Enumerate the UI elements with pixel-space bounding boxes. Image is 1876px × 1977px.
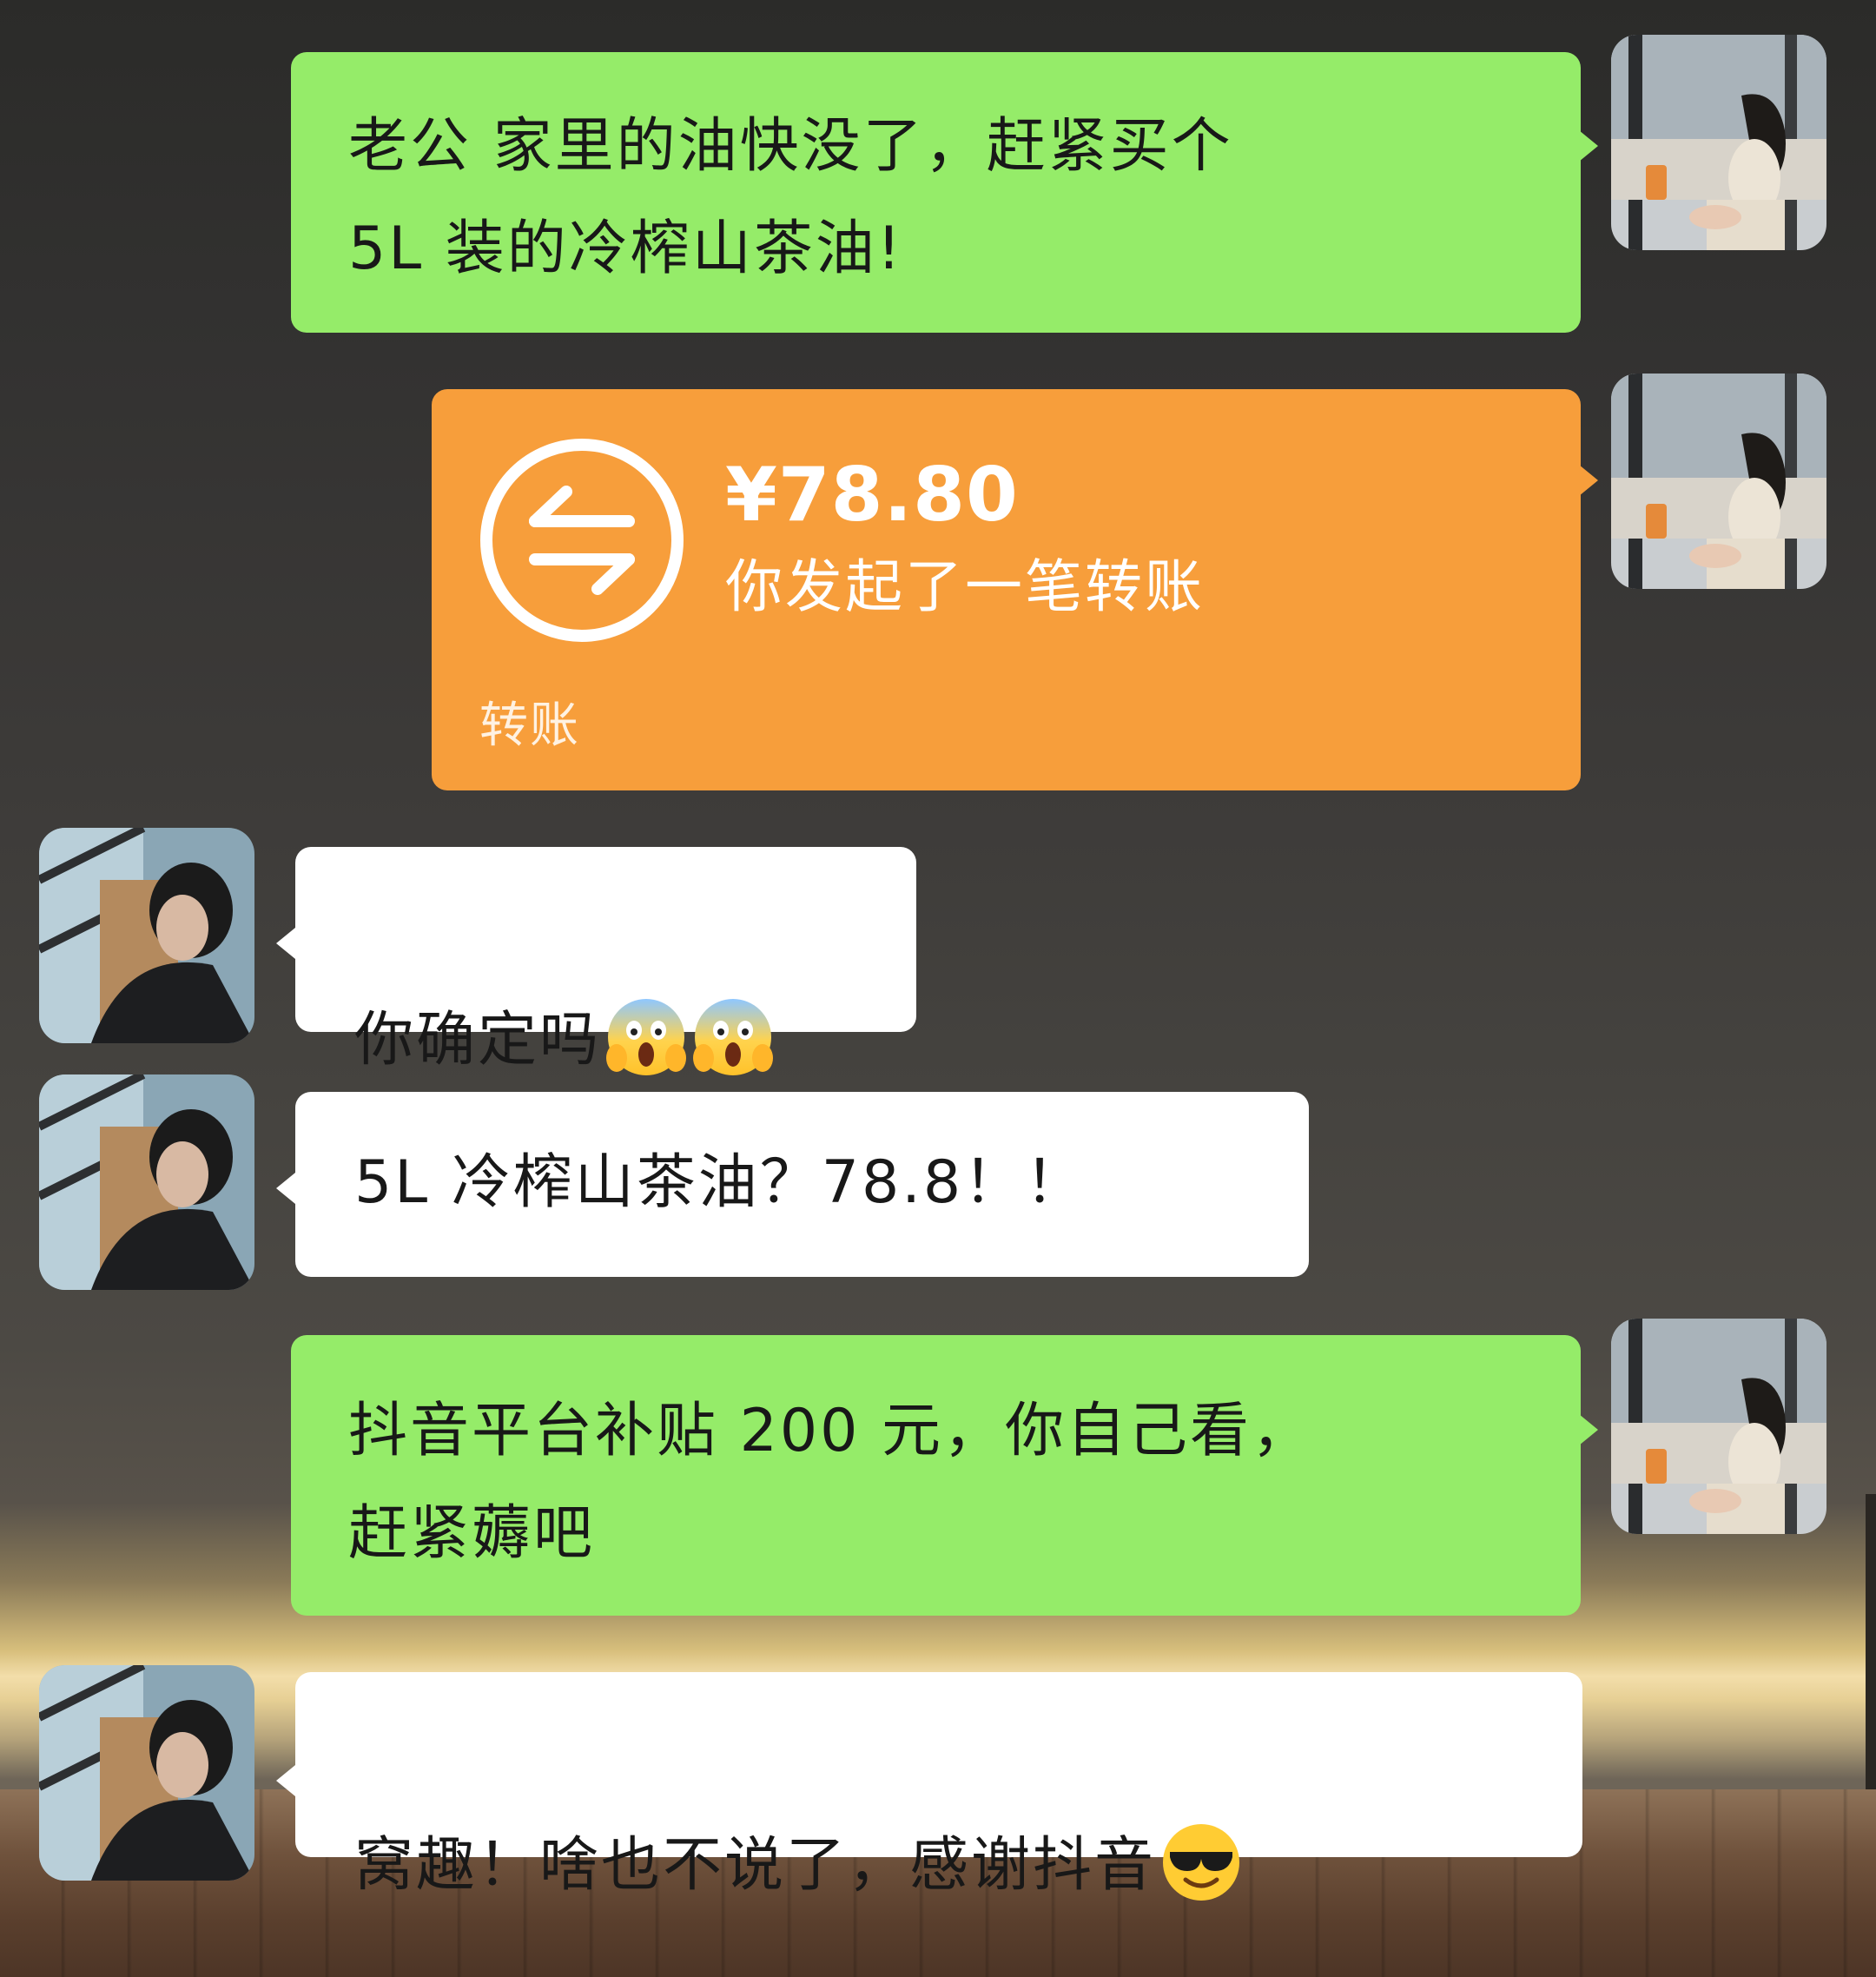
message-bubble-6[interactable]: 窝趣！啥也不说了，感谢抖音 (295, 1672, 1582, 1901)
man-avatar-icon (39, 828, 254, 1043)
bubble-tail (1579, 130, 1598, 162)
woman-avatar-icon (1611, 1319, 1826, 1534)
man-avatar-icon (39, 1665, 254, 1881)
message-text-5: 抖音平台补贴 200 元，你自己看， 赶紧薅吧 (348, 1397, 1314, 1568)
background-wall-edge (1866, 1494, 1876, 1789)
message-text-6: 窝趣！啥也不说了，感谢抖音 (354, 1831, 1157, 1900)
man-avatar-icon (39, 1074, 254, 1290)
self-avatar[interactable] (1611, 1319, 1826, 1534)
contact-avatar[interactable] (39, 828, 254, 1043)
transfer-footer-label: 转账 (479, 698, 580, 754)
bubble-tail (1579, 465, 1598, 496)
message-bubble-3[interactable]: 你确定吗 (295, 847, 916, 1075)
transfer-description: 你发起了一笔转账 (725, 553, 1205, 620)
bubble-tail (1579, 1414, 1598, 1445)
message-text-3: 你确定吗 (354, 1006, 602, 1074)
smiling-face-with-sunglasses-icon (1159, 1821, 1243, 1936)
woman-avatar-icon (1611, 374, 1826, 589)
message-text-4: 5L 冷榨山茶油？78.8！！ (354, 1148, 1087, 1217)
message-bubble-1[interactable]: 老公 家里的油快没了，赶紧买个 5L 装的冷榨山茶油! (291, 52, 1581, 333)
contact-avatar[interactable] (39, 1665, 254, 1881)
message-text-1: 老公 家里的油快没了，赶紧买个 5L 装的冷榨山茶油! (348, 112, 1233, 283)
bubble-tail (276, 1173, 295, 1204)
woman-avatar-icon (1611, 35, 1826, 250)
message-bubble-4[interactable]: 5L 冷榨山茶油？78.8！！ (295, 1092, 1309, 1277)
bubble-tail (276, 928, 295, 959)
self-avatar[interactable] (1611, 374, 1826, 589)
contact-avatar[interactable] (39, 1074, 254, 1290)
message-bubble-5[interactable]: 抖音平台补贴 200 元，你自己看， 赶紧薅吧 (291, 1335, 1581, 1616)
transfer-amount: ¥78.80 (725, 452, 1019, 539)
transfer-arrows-icon (476, 434, 688, 650)
self-avatar[interactable] (1611, 35, 1826, 250)
bubble-tail (276, 1765, 295, 1796)
